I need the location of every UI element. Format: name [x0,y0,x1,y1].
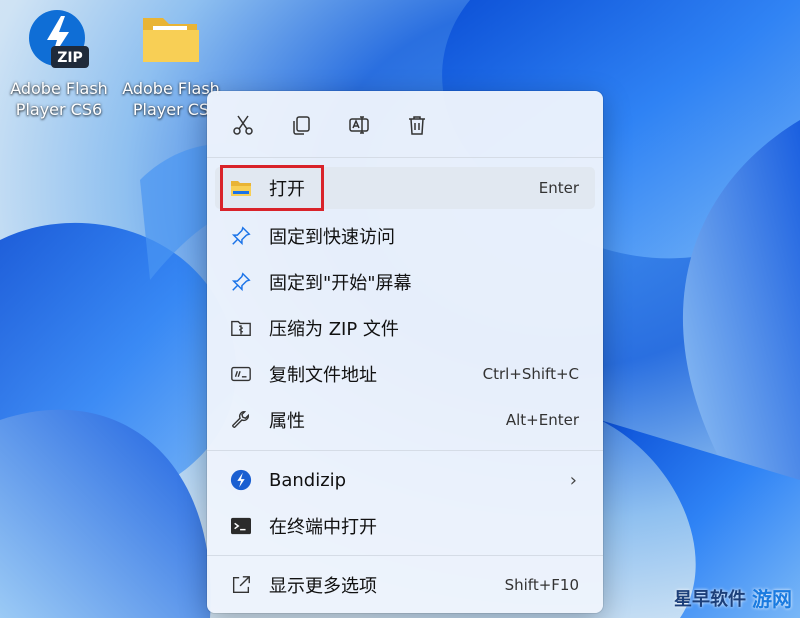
copy-icon [293,116,310,135]
rename-icon [349,116,369,134]
watermark-site: 游网 [752,587,792,611]
menu-separator [207,450,603,451]
desktop-icon-label: Adobe Flash Player CS6 [10,79,108,119]
menu-item-more-options[interactable]: 显示更多选项 Shift+F10 [215,564,595,606]
menu-item-label: 复制文件地址 [269,365,377,386]
delete-button[interactable] [401,109,433,141]
menu-item-label: 固定到快速访问 [269,227,395,248]
watermark: 星早软件 游网 [674,583,792,612]
bandizip-zip-icon: ZIP [29,10,89,68]
menu-item-label: 显示更多选项 [269,576,377,597]
menu-item-label: 属性 [269,411,305,432]
menu-item-shortcut: Alt+Enter [505,411,579,429]
terminal-icon [231,517,251,535]
desktop-icon-zip[interactable]: ZIP Adobe Flash Player CS6 [0,8,118,120]
cut-icon [233,115,253,135]
context-menu-toolbar [227,109,433,141]
menu-item-copy-path[interactable]: 复制文件地址 Ctrl+Shift+C [215,353,595,395]
wrench-icon [232,411,250,429]
share-icon [232,576,250,594]
menu-item-label: 压缩为 ZIP 文件 [269,319,399,340]
highlight-box [220,165,324,211]
delete-icon [409,116,425,135]
menu-item-open-terminal[interactable]: 在终端中打开 [215,505,595,547]
svg-text:ZIP: ZIP [57,50,83,66]
menu-item-pin-start[interactable]: 固定到"开始"屏幕 [215,261,595,303]
menu-item-label: 固定到"开始"屏幕 [269,273,412,294]
zip-folder-icon [231,320,251,337]
menu-item-pin-quick-access[interactable]: 固定到快速访问 [215,215,595,257]
pin-icon [231,226,251,246]
pin-icon [231,272,251,292]
menu-item-label: 在终端中打开 [269,517,377,538]
menu-separator [207,157,603,158]
copy-button[interactable] [285,109,317,141]
menu-item-shortcut: Shift+F10 [504,576,579,594]
chevron-right-icon: › [569,469,577,491]
rename-button[interactable] [343,109,375,141]
cut-button[interactable] [227,109,259,141]
menu-item-properties[interactable]: 属性 Alt+Enter [215,399,595,441]
copy-path-icon [231,366,251,382]
menu-item-compress-zip[interactable]: 压缩为 ZIP 文件 [215,307,595,349]
menu-item-shortcut: Ctrl+Shift+C [482,365,579,383]
bandizip-icon [230,469,252,491]
folder-icon [143,18,199,62]
menu-separator [207,555,603,556]
menu-item-label: Bandizip [269,469,347,491]
menu-item-shortcut: Enter [538,179,579,197]
menu-item-bandizip[interactable]: Bandizip › [215,459,595,501]
watermark-brand: 星早软件 [674,588,746,610]
